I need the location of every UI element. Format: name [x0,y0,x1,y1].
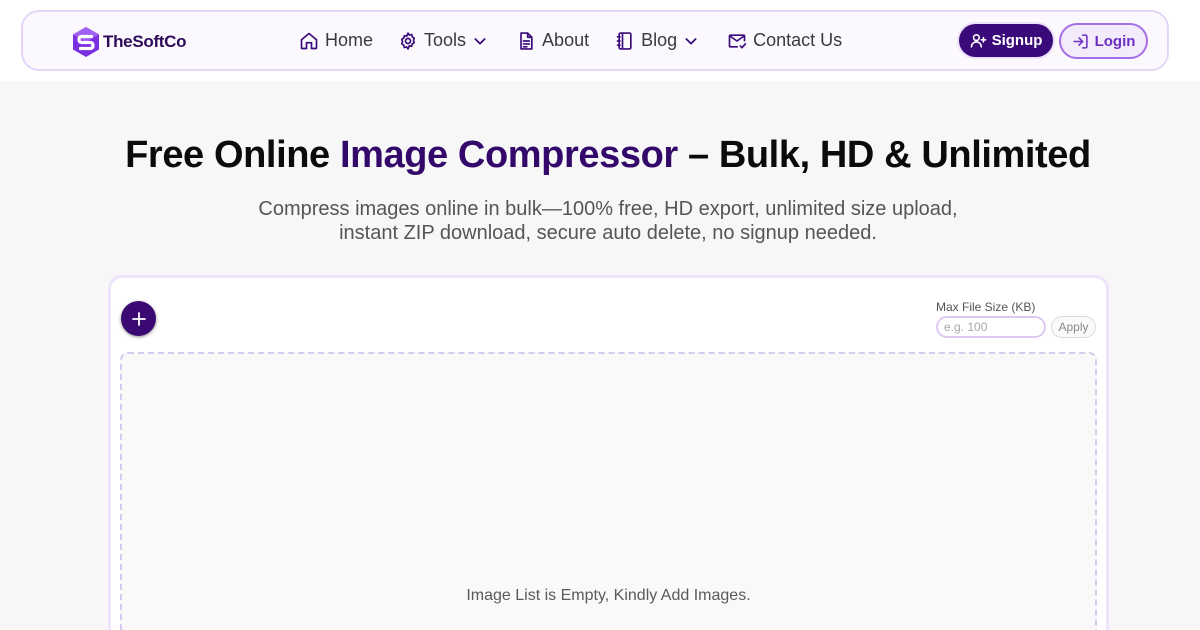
document-icon [520,31,533,50]
signup-label: Signup [991,32,1043,49]
gear-icon [400,31,416,50]
plus-icon [131,311,146,326]
login-button[interactable]: Login [1059,23,1148,59]
nav-label-tools: Tools [424,30,467,50]
nav-item-about[interactable]: About [516,30,589,51]
max-file-size-label: Max File Size (KB) [936,300,1036,314]
signup-button[interactable]: Signup [959,24,1053,57]
subtitle-line-1: Compress images online in bulk—100% free… [258,198,958,220]
user-plus-icon [970,34,986,48]
apply-button[interactable]: Apply [1051,316,1096,338]
nav-label-about: About [542,30,590,50]
main-menu: Home Tools About Blog Contact Us [299,12,842,69]
page-title: Free Online Image Compressor – Bulk, HD … [0,134,1200,177]
subtitle-line-2: instant ZIP download, secure auto delete… [339,222,877,244]
compressor-panel: Max File Size (KB) Apply Image List is E… [108,275,1109,630]
nav-label-home: Home [325,30,374,50]
chevron-down-icon [685,37,697,45]
nav-item-blog[interactable]: Blog [615,30,699,51]
image-dropzone[interactable]: Image List is Empty, Kindly Add Images. [120,352,1097,630]
brand-logo[interactable]: TheSoftCo [71,26,187,58]
page-subtitle: Compress images online in bulk—100% free… [230,197,986,245]
notebook-icon [616,31,632,50]
title-prefix: Free Online [125,134,340,176]
nav-item-home[interactable]: Home [299,30,373,51]
mail-icon [728,33,747,49]
add-images-button[interactable] [121,301,156,336]
empty-list-message: Image List is Empty, Kindly Add Images. [466,587,751,604]
nav-label-blog: Blog [641,30,678,50]
top-bar: TheSoftCo Home Tools About Blog Contact … [0,0,1200,81]
brand-name: TheSoftCo [103,32,187,51]
title-suffix: – Bulk, HD & Unlimited [677,134,1091,176]
login-label: Login [1094,32,1136,50]
nav-item-contact[interactable]: Contact Us [727,30,842,51]
nav-item-tools[interactable]: Tools [398,30,488,51]
title-accent: Image Compressor [339,134,678,176]
nav-label-contact: Contact Us [753,30,843,50]
home-icon [300,32,318,49]
max-file-size-input[interactable] [936,316,1046,338]
login-arrow-icon [1072,33,1088,49]
hexagon-s-logo-icon [73,27,99,57]
navbar: TheSoftCo Home Tools About Blog Contact … [21,10,1169,71]
chevron-down-icon [474,37,486,45]
